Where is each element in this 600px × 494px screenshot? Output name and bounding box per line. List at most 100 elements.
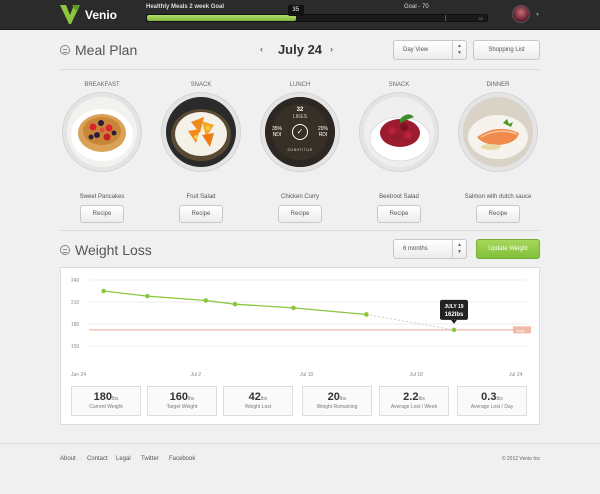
recipe-button[interactable]: Recipe xyxy=(476,205,520,223)
meal-card-breakfast[interactable]: BREAKFAST Sweet Pancakes Recipe xyxy=(62,82,142,223)
meal-image-frame[interactable] xyxy=(359,92,439,172)
meal-plan-icon xyxy=(60,45,70,55)
stat-target-weight: 160lbs Target Weight xyxy=(147,386,217,416)
meal-type: BREAKFAST xyxy=(84,82,120,88)
y-tick-label: 210 xyxy=(71,300,80,306)
user-avatar[interactable] xyxy=(512,5,530,23)
main-panel: Meal Plan ‹ July 24 › Day View ▲ ▼ Shoppi… xyxy=(60,31,540,433)
stat-label: Average Lost / Week xyxy=(390,404,438,410)
goal-target-marker xyxy=(444,15,446,21)
y-tick-label: 180 xyxy=(71,322,80,328)
data-point xyxy=(291,305,296,311)
meal-image-frame[interactable] xyxy=(161,92,241,172)
x-tick-label: Jul 10 xyxy=(300,372,314,378)
view-select-value: Day View xyxy=(403,47,429,53)
venio-logo-icon[interactable] xyxy=(60,5,80,24)
meal-card-dinner[interactable]: DINNER Salmon with dutch sauce Recipe xyxy=(458,82,538,223)
likes-count: 32 xyxy=(296,107,304,113)
data-point xyxy=(232,301,238,307)
meal-image-frame[interactable] xyxy=(458,92,538,172)
footer-link-twitter[interactable]: Twitter xyxy=(141,456,159,462)
weight-line-chart[interactable]: 240 210 180 150 Jun 24 Jul 2 Jul 10 Jul 18 Jul 2… xyxy=(61,268,539,384)
shopping-list-button[interactable]: Shopping List xyxy=(473,40,540,60)
goal-max-label: 80 xyxy=(478,16,483,21)
likes-label: LIKES xyxy=(292,114,308,120)
footer-link-about[interactable]: About xyxy=(60,456,76,462)
projection-point xyxy=(451,327,457,333)
weight-loss-title: Weight Loss xyxy=(75,242,152,258)
rdi-stat: 20% RDI xyxy=(318,126,328,138)
stat-unit: lbs xyxy=(260,396,268,402)
stat-value: 20 xyxy=(327,391,340,403)
goal-tag-label: Goal xyxy=(516,328,525,333)
footer-separator: · xyxy=(110,456,112,462)
view-select[interactable]: Day View ▲ ▼ xyxy=(393,40,467,60)
stat-value: 42 xyxy=(248,391,261,403)
rdi-label: RDI xyxy=(318,132,328,138)
salmon-image xyxy=(463,97,533,167)
meal-name: Beetroot Salad xyxy=(379,194,419,200)
pancakes-image xyxy=(67,97,137,167)
checkmark-icon[interactable]: ✓ xyxy=(292,124,308,140)
meal-stats-overlay[interactable]: 32 LIKES 35% NDI ✓ 20% RDI SUBSTITUE xyxy=(265,97,335,167)
meal-name: Fruit Salad xyxy=(186,194,216,200)
stat-current-weight: 180lbs Current Weight xyxy=(71,386,141,416)
ndi-label: NDI xyxy=(272,132,282,138)
period-select[interactable]: 6 months ▲ ▼ xyxy=(393,239,467,259)
stat-value: 160 xyxy=(169,391,188,403)
select-caret-icon: ▲ ▼ xyxy=(452,41,466,59)
meal-card-lunch[interactable]: LUNCH 32 LIKES 35% NDI ✓ 20% RDI SUBSTIT… xyxy=(260,82,340,223)
stat-label: Target Weight xyxy=(166,404,198,410)
recipe-button[interactable]: Recipe xyxy=(179,205,223,223)
data-point xyxy=(145,293,150,299)
data-point xyxy=(203,298,209,303)
meal-image-frame[interactable]: 32 LIKES 35% NDI ✓ 20% RDI SUBSTITUE xyxy=(260,92,340,172)
stat-unit: lbs xyxy=(339,396,347,402)
goal-current-value: 35 xyxy=(287,5,304,16)
divider xyxy=(60,230,540,231)
meal-image-frame[interactable] xyxy=(62,92,142,172)
beetroot-salad-image xyxy=(364,97,434,167)
data-point xyxy=(101,288,106,294)
chevron-down-icon[interactable]: ▼ xyxy=(535,12,540,18)
stat-value: 0.3 xyxy=(481,391,497,403)
app-name[interactable]: Venio xyxy=(85,8,117,22)
stat-unit: lbs xyxy=(187,396,195,402)
update-weight-button[interactable]: Update Weight xyxy=(476,239,540,259)
fruit-salad-image xyxy=(166,97,236,167)
tooltip-pointer xyxy=(451,319,457,324)
stat-label: Current Weight xyxy=(89,404,123,410)
meal-name: Chicken Curry xyxy=(280,194,319,200)
ndi-stat: 35% NDI xyxy=(272,126,282,138)
stat-weight-lost: 42lbs Weight Lost xyxy=(223,386,293,416)
footer-separator: · xyxy=(163,456,165,462)
footer-link-legal[interactable]: Legal xyxy=(116,456,131,462)
meal-type: SNACK xyxy=(388,82,410,88)
goal-title: Healthly Meals 2 week Goal xyxy=(146,4,225,10)
meal-plan-title: Meal Plan xyxy=(75,42,138,58)
tooltip-value: 162lbs xyxy=(445,312,464,318)
footer-divider xyxy=(0,443,600,444)
substitute-link[interactable]: SUBSTITUE xyxy=(265,147,335,152)
recipe-button[interactable]: Recipe xyxy=(80,205,124,223)
next-date-arrow-icon[interactable]: › xyxy=(330,44,333,54)
goal-progress-fill xyxy=(147,15,296,21)
recipe-button[interactable]: Recipe xyxy=(377,205,421,223)
stat-unit: lbs xyxy=(496,396,503,402)
footer-link-contact[interactable]: Contact xyxy=(87,456,108,462)
current-date: July 24 xyxy=(277,42,323,57)
meal-card-snack-2[interactable]: SNACK Beetroot Salad Recipe xyxy=(359,82,439,223)
stat-weight-remaining: 20lbs Weight Remaining xyxy=(302,386,372,416)
stat-value: 180 xyxy=(93,391,112,403)
footer-separator: · xyxy=(80,456,82,462)
footer-separator: · xyxy=(135,456,137,462)
tooltip-date: JULY 19 xyxy=(444,304,463,310)
meal-name: Salmon with dutch sauce xyxy=(464,194,532,200)
recipe-button[interactable]: Recipe xyxy=(278,205,322,223)
stat-label: Weight Remaining xyxy=(316,404,358,410)
x-tick-label: Jul 24 xyxy=(509,372,523,378)
period-select-value: 6 months xyxy=(403,246,428,252)
meal-card-snack[interactable]: SNACK Fruit Salad Recipe xyxy=(161,82,241,223)
footer-link-facebook[interactable]: Facebook xyxy=(169,456,195,462)
weight-chart-card: 240 210 180 150 Jun 24 Jul 2 Jul 10 Jul 18 Jul 2… xyxy=(60,267,540,425)
